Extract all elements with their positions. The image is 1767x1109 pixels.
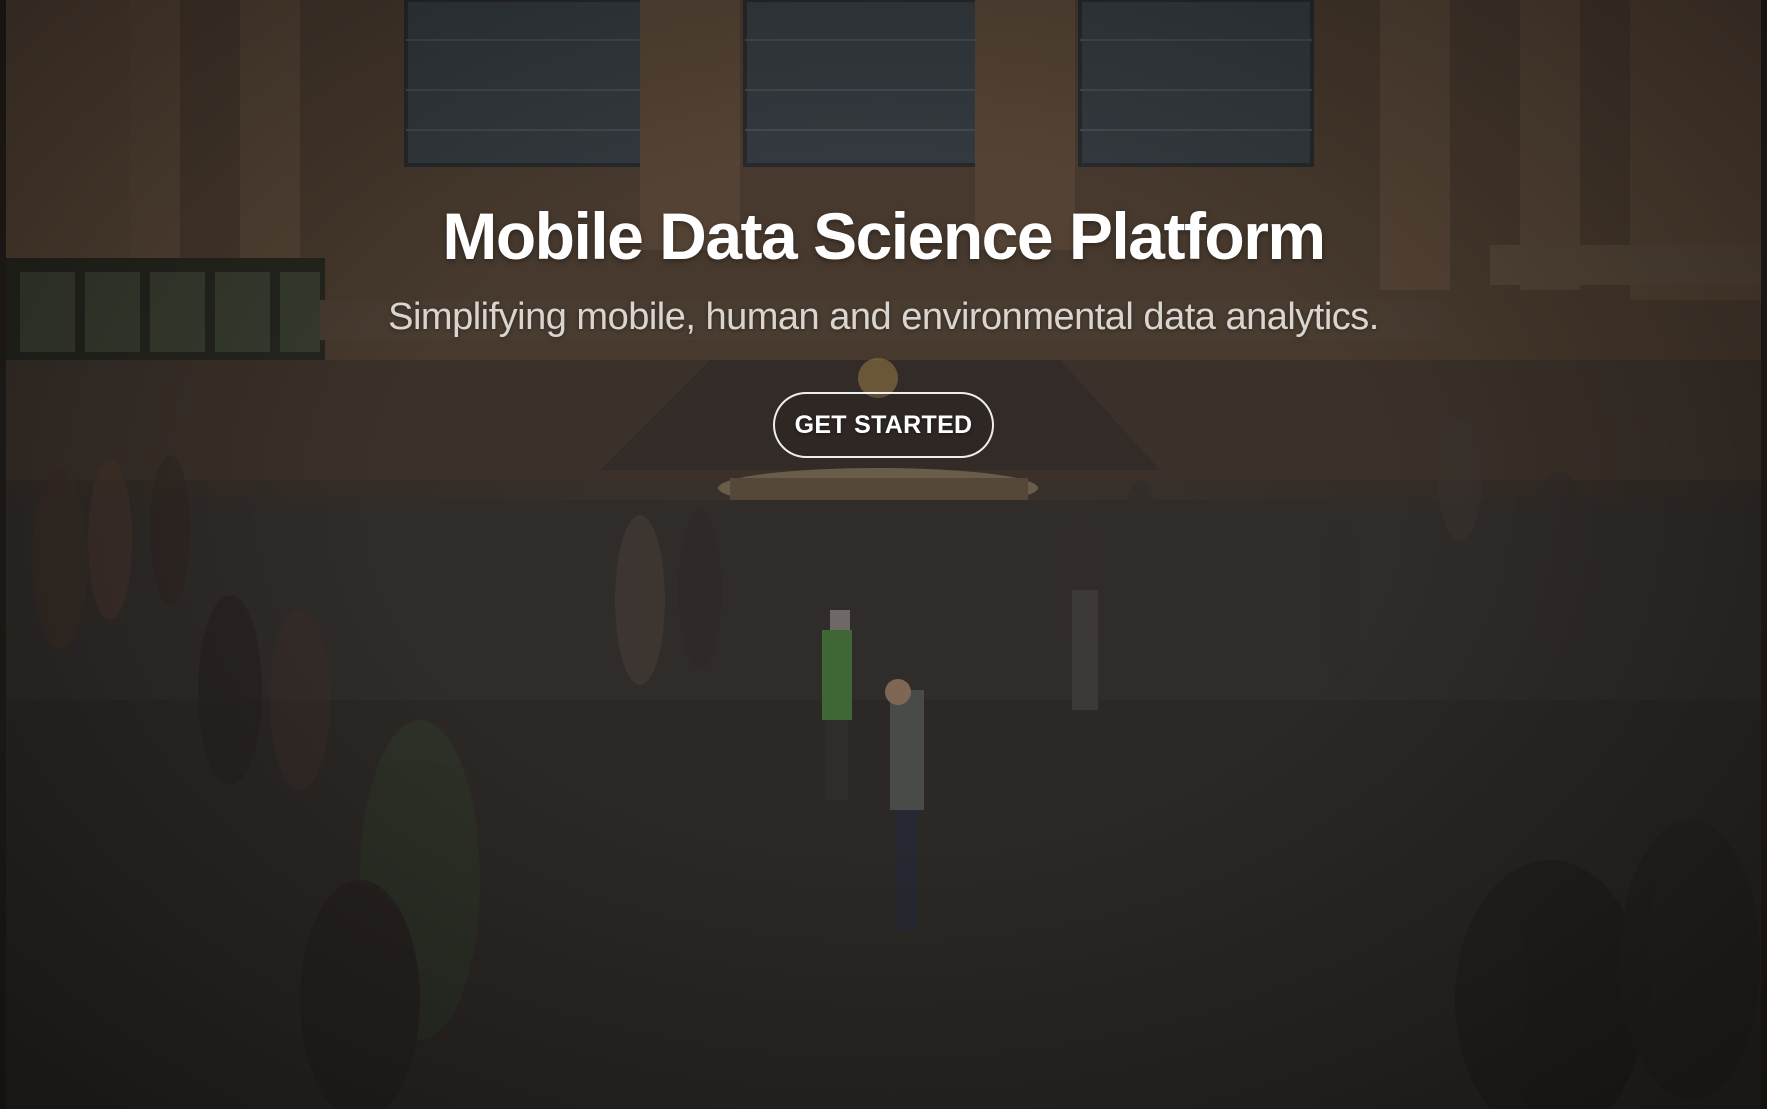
hero-subtitle: Simplifying mobile, human and environmen…	[388, 296, 1379, 338]
hero-section: Mobile Data Science Platform Simplifying…	[0, 0, 1767, 1109]
page-title: Mobile Data Science Platform	[442, 199, 1326, 273]
get-started-button[interactable]: GET STARTED	[772, 392, 995, 458]
hero-content: Mobile Data Science Platform Simplifying…	[0, 196, 1767, 458]
hero-vignette	[0, 0, 1767, 1109]
